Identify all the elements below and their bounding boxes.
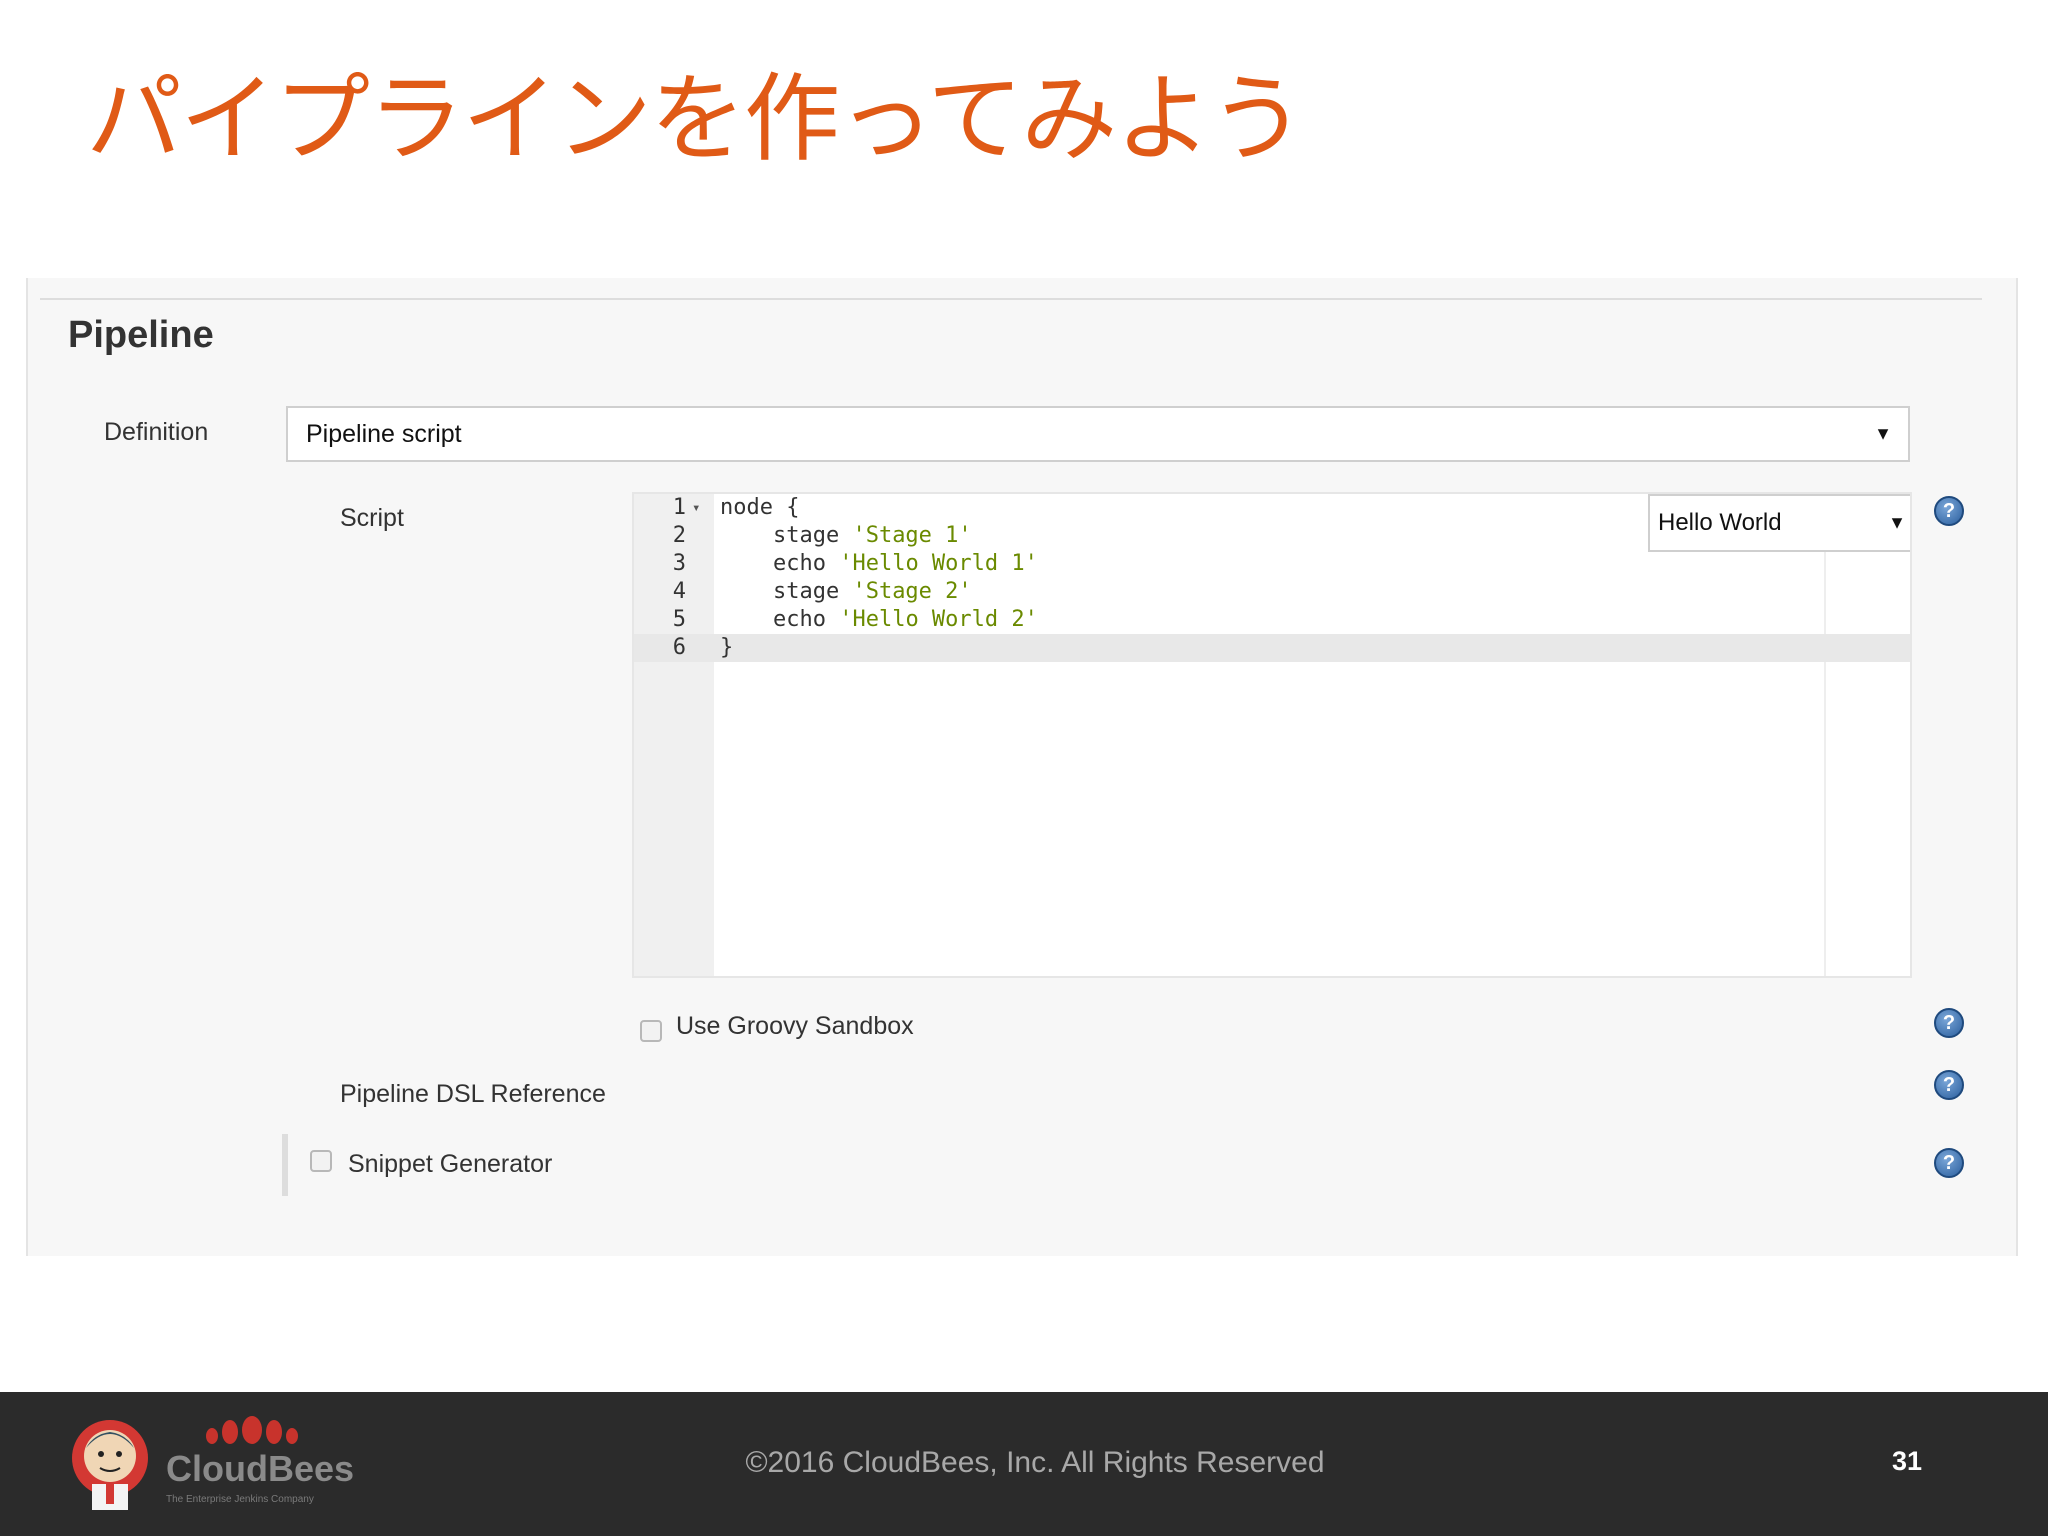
code-string: 'Stage 2' [852, 579, 972, 604]
help-icon[interactable]: ? [1934, 1070, 1964, 1100]
fold-toggle-icon[interactable]: ▾ [692, 494, 700, 522]
line-number: 5 [672, 607, 686, 632]
line-number: 1 [672, 495, 686, 520]
code-string: 'Stage 1' [852, 523, 972, 548]
slide-footer: CloudBees The Enterprise Jenkins Company… [0, 1392, 2048, 1536]
sample-script-value: Hello World [1658, 509, 1782, 536]
dsl-reference-link[interactable]: Pipeline DSL Reference [340, 1080, 606, 1109]
chevron-down-icon: ▼ [1888, 512, 1906, 533]
divider [40, 298, 1982, 300]
code-text: stage [720, 579, 853, 604]
code-line: 3 echo 'Hello World 1' [634, 550, 1910, 578]
code-string: 'Hello World 2' [839, 607, 1038, 632]
code-line-active: 6 } [634, 634, 1910, 662]
code-text: echo [720, 607, 840, 632]
code-text: stage [720, 523, 853, 548]
line-number: 6 [672, 635, 686, 660]
line-number: 4 [672, 579, 686, 604]
script-label: Script [340, 504, 404, 532]
chevron-down-icon: ▼ [1874, 423, 1892, 444]
logo-tagline: The Enterprise Jenkins Company [166, 1494, 314, 1505]
section-heading: Pipeline [68, 314, 214, 356]
help-icon[interactable]: ? [1934, 1008, 1964, 1038]
line-number: 3 [672, 551, 686, 576]
line-number: 2 [672, 523, 686, 548]
pipeline-config-panel: Pipeline Definition Pipeline script ▼ Sc… [26, 278, 2018, 1256]
sample-script-select[interactable]: Hello World ▼ [1648, 494, 1910, 552]
code-text: echo [720, 551, 840, 576]
script-editor[interactable]: 1 ▾ node { 2 stage 'Stage 1' 3 echo 'Hel… [632, 492, 1912, 978]
definition-select[interactable]: Pipeline script ▼ [286, 406, 1910, 462]
snippet-generator-checkbox[interactable] [310, 1150, 332, 1172]
groovy-sandbox-label: Use Groovy Sandbox [676, 1012, 914, 1040]
groovy-sandbox-checkbox[interactable] [640, 1020, 662, 1042]
help-icon[interactable]: ? [1934, 1148, 1964, 1178]
copyright: ©2016 CloudBees, Inc. All Rights Reserve… [745, 1446, 1325, 1479]
code-line: 5 echo 'Hello World 2' [634, 606, 1910, 634]
slide-title: パイプラインを作ってみよう [86, 63, 1305, 175]
snippet-generator-label: Snippet Generator [348, 1150, 553, 1178]
code-line: 4 stage 'Stage 2' [634, 578, 1910, 606]
code-text: node { [720, 495, 800, 520]
code-text: } [720, 635, 734, 660]
snippet-section-bar [282, 1134, 288, 1196]
page-number: 31 [1891, 1446, 1922, 1476]
help-icon[interactable]: ? [1934, 496, 1964, 526]
code-string: 'Hello World 1' [839, 551, 1038, 576]
cloudbees-logo-icon [206, 1416, 298, 1444]
definition-select-value: Pipeline script [306, 419, 462, 448]
definition-label: Definition [104, 418, 209, 446]
